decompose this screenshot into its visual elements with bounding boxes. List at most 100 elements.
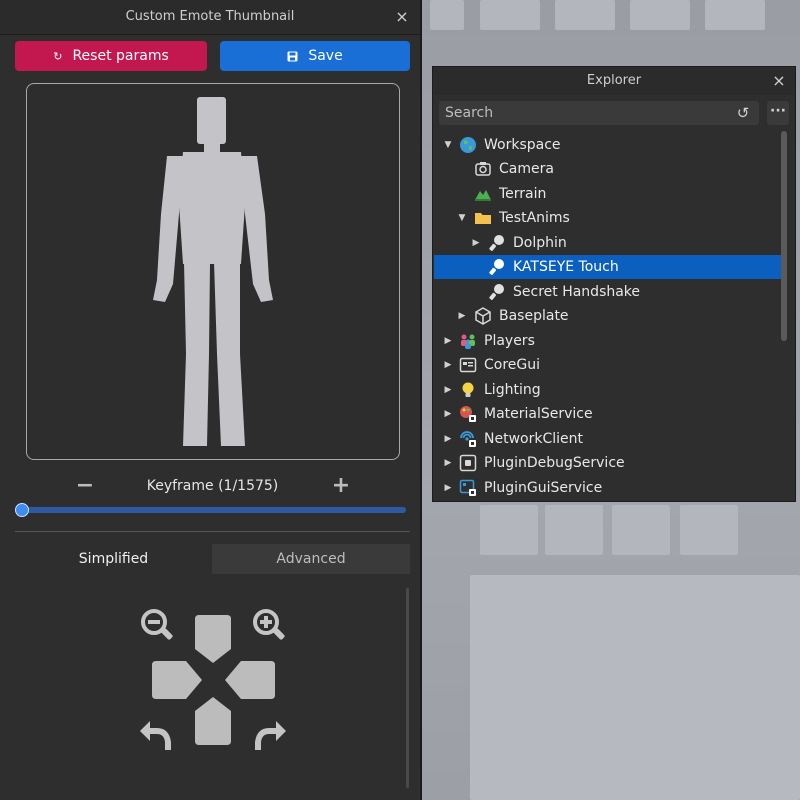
caret-down-icon[interactable]: ▼ — [442, 133, 454, 157]
mannequin-right-arm — [241, 156, 273, 302]
save-button[interactable]: Save — [220, 41, 410, 71]
viewport-tile — [705, 0, 765, 30]
keyframe-minus-button[interactable]: − — [73, 472, 97, 500]
mannequin-left-leg — [183, 262, 210, 446]
caret-right-icon[interactable]: ▶ — [456, 304, 468, 328]
tree-item-lighting[interactable]: ▶ Lighting — [434, 378, 781, 402]
explorer-title-bar: Explorer × — [433, 67, 795, 95]
viewport-tile — [430, 0, 464, 30]
mannequin-figure — [153, 97, 273, 446]
tab-simplified[interactable]: Simplified — [15, 544, 212, 574]
pan-down-button[interactable] — [191, 695, 235, 747]
tab-advanced[interactable]: Advanced — [212, 544, 410, 574]
mannequin-neck — [204, 142, 220, 152]
tree-item-players[interactable]: ▶ Players — [434, 329, 781, 353]
tree-item-label: Terrain — [499, 186, 547, 202]
tree-item-terrain[interactable]: Terrain — [434, 182, 781, 206]
tree-item-label: KATSEYE Touch — [513, 259, 619, 275]
tree-item-secret-handshake[interactable]: Secret Handshake — [434, 280, 781, 304]
coregui-icon — [459, 357, 477, 373]
explorer-title: Explorer — [586, 73, 642, 88]
zoom-in-icon[interactable] — [251, 607, 287, 643]
globe-icon — [460, 137, 476, 153]
history-icon[interactable]: ↺ — [731, 101, 755, 125]
keyframe-slider[interactable] — [22, 507, 406, 513]
reset-params-button[interactable]: ↻ Reset params — [15, 41, 207, 71]
mannequin-right-leg — [214, 262, 245, 446]
tree-item-baseplate[interactable]: ▶ Baseplate — [434, 304, 781, 328]
tree-item-label: Workspace — [484, 137, 561, 153]
caret-right-icon[interactable]: ▶ — [442, 427, 454, 451]
caret-right-icon[interactable]: ▶ — [442, 402, 454, 426]
tree-item-camera[interactable]: Camera — [434, 157, 781, 181]
camera-controls — [15, 574, 410, 792]
emote-thumbnail-panel: Custom Emote Thumbnail × ↻ Reset params … — [0, 0, 422, 800]
caret-down-icon[interactable]: ▼ — [456, 206, 468, 230]
close-icon[interactable]: × — [392, 0, 412, 34]
caret-right-icon[interactable]: ▶ — [442, 378, 454, 402]
players-icon — [461, 334, 475, 349]
animation-icon — [489, 284, 504, 300]
tree-item-workspace[interactable]: ▼ Workspace — [434, 133, 781, 157]
tree-item-label: MaterialService — [484, 406, 593, 422]
animation-icon — [489, 235, 504, 251]
reset-icon: ↻ — [53, 49, 63, 63]
keyframe-slider-thumb[interactable] — [15, 503, 29, 517]
lightbulb-icon — [462, 382, 474, 397]
explorer-panel: Explorer × Search ↺ ··· ▼ Workspace Came… — [432, 66, 796, 502]
tree-item-label: PluginGuiService — [484, 480, 603, 496]
tree-item-coregui[interactable]: ▶ CoreGui — [434, 353, 781, 377]
plugin-gui-icon — [459, 479, 476, 496]
animation-icon — [489, 259, 504, 275]
tree-item-katseye-touch[interactable]: KATSEYE Touch — [434, 255, 781, 279]
tree-item-testanims[interactable]: ▼ TestAnims — [434, 206, 781, 230]
keyframe-label: Keyframe (1/1575) — [146, 478, 279, 494]
tree-item-label: NetworkClient — [484, 431, 583, 447]
viewport-tile — [680, 505, 738, 555]
caret-right-icon[interactable]: ▶ — [442, 476, 454, 500]
tree-item-plugindebugservice[interactable]: ▶ PluginDebugService — [434, 451, 781, 475]
tree-item-label: Dolphin — [513, 235, 567, 251]
tree-item-label: Camera — [499, 161, 554, 177]
tree-item-pluginguiservice[interactable]: ▶ PluginGuiService — [434, 476, 781, 500]
explorer-close-icon[interactable]: × — [769, 67, 789, 95]
tree-item-label: CoreGui — [484, 357, 541, 373]
tree-item-networkclient[interactable]: ▶ NetworkClient — [434, 427, 781, 451]
caret-right-icon[interactable]: ▶ — [470, 231, 482, 255]
tree-item-label: PluginDebugService — [484, 455, 625, 471]
rotate-left-icon[interactable] — [139, 720, 175, 754]
search-placeholder: Search — [445, 105, 494, 121]
caret-right-icon[interactable]: ▶ — [442, 329, 454, 353]
caret-right-icon[interactable]: ▶ — [442, 451, 454, 475]
mannequin-torso — [179, 152, 245, 264]
tree-item-dolphin[interactable]: ▶ Dolphin — [434, 231, 781, 255]
more-options-icon[interactable]: ··· — [767, 101, 789, 125]
plugin-debug-icon — [459, 454, 477, 472]
explorer-scrollbar[interactable] — [781, 131, 787, 341]
zoom-out-icon[interactable] — [139, 607, 175, 643]
thumbnail-preview[interactable] — [26, 83, 400, 460]
save-icon — [287, 51, 298, 61]
pan-up-button[interactable] — [191, 613, 235, 665]
rotate-right-icon[interactable] — [251, 720, 287, 754]
viewport-floor — [470, 575, 800, 800]
panel-title-bar: Custom Emote Thumbnail × — [0, 0, 420, 35]
reset-params-label: Reset params — [72, 48, 169, 64]
viewport-tile — [480, 0, 540, 30]
divider — [15, 531, 410, 532]
folder-icon — [475, 213, 491, 224]
caret-right-icon[interactable]: ▶ — [442, 353, 454, 377]
viewport-tile — [555, 0, 615, 30]
network-client-icon — [460, 431, 476, 447]
viewport-tile — [545, 505, 603, 555]
camera-icon — [475, 162, 491, 176]
tree-item-materialservice[interactable]: ▶ MaterialService — [434, 402, 781, 426]
mannequin-left-arm — [153, 156, 183, 302]
explorer-search-input[interactable]: Search — [439, 101, 759, 125]
part-icon — [475, 307, 491, 325]
material-service-icon — [460, 406, 476, 422]
controls-scrollbar[interactable] — [406, 588, 409, 788]
keyframe-plus-button[interactable]: + — [329, 472, 353, 500]
mannequin-head — [197, 97, 226, 144]
tree-item-label: Baseplate — [499, 308, 569, 324]
